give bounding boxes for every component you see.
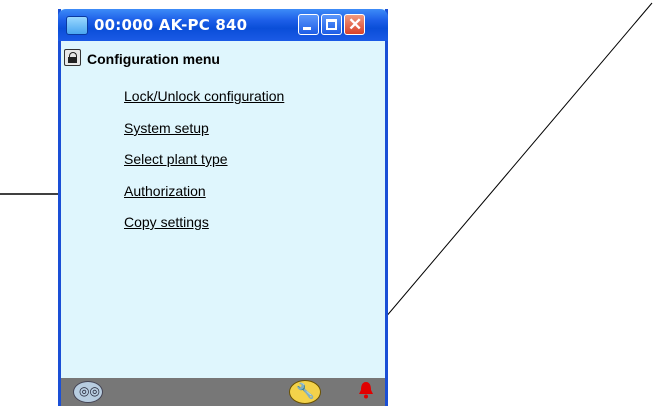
status-bar: ◎◎ 🔧 [61,378,385,406]
lock-icon [64,49,81,66]
close-button[interactable]: ✕ [344,14,365,35]
app-window: 00:000 AK-PC 840 ✕ Configuration menu Lo… [58,9,388,406]
menu-item-system-setup[interactable]: System setup [124,120,209,136]
minimize-icon [303,27,311,30]
menu-item-lock-unlock-configuration[interactable]: Lock/Unlock configuration [124,88,284,104]
bell-icon[interactable] [358,381,374,399]
menu-item-authorization[interactable]: Authorization [124,183,206,199]
wrench-icon[interactable]: 🔧 [289,380,321,404]
menu-header: Configuration menu [62,46,362,68]
glasses-icon[interactable]: ◎◎ [73,381,103,403]
maximize-icon [326,19,337,30]
app-icon [66,16,88,35]
minimize-button[interactable] [298,14,319,35]
maximize-button[interactable] [321,14,342,35]
menu-item-select-plant-type[interactable]: Select plant type [124,151,228,167]
close-icon: ✕ [348,15,363,34]
pointer-line [345,2,653,365]
window-title: 00:000 AK-PC 840 [94,16,248,34]
menu-item-copy-settings[interactable]: Copy settings [124,214,209,230]
menu-title: Configuration menu [87,51,220,67]
title-bar[interactable]: 00:000 AK-PC 840 ✕ [58,9,388,41]
